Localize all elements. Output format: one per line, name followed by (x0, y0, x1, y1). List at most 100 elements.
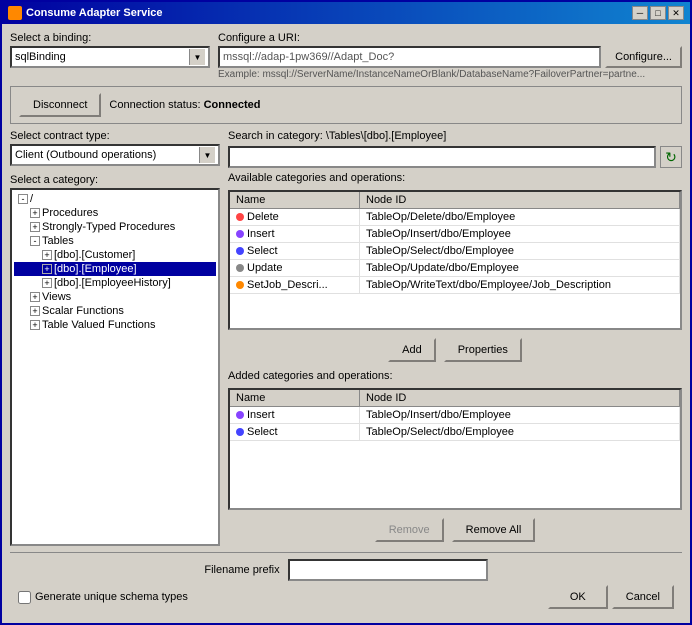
filename-row: Filename prefix (18, 559, 674, 581)
contract-select[interactable]: Client (Outbound operations) ▼ (10, 144, 220, 166)
filename-label: Filename prefix (204, 564, 279, 576)
table-row[interactable]: Select TableOp/Select/dbo/Employee (230, 243, 680, 260)
available-op-setjob-name: SetJob_Descri... (230, 277, 360, 293)
uri-group: Configure a URI: Configure... Example: m… (218, 32, 682, 80)
expand-table-valued-icon[interactable]: + (30, 320, 40, 330)
available-op-delete-nodeid: TableOp/Delete/dbo/Employee (360, 209, 680, 225)
table-row[interactable]: Delete TableOp/Delete/dbo/Employee (230, 209, 680, 226)
tree-item-strongly-typed[interactable]: + Strongly-Typed Procedures (14, 220, 216, 234)
add-button[interactable]: Add (388, 338, 436, 362)
left-panel: Select contract type: Client (Outbound o… (10, 130, 220, 546)
expand-scalar-icon[interactable]: + (30, 306, 40, 316)
title-bar-text: Consume Adapter Service (8, 6, 163, 20)
binding-label: Select a binding: (10, 32, 210, 44)
tree-employee-history-label: [dbo].[EmployeeHistory] (54, 277, 171, 289)
disconnect-button[interactable]: Disconnect (19, 93, 101, 117)
connection-section: Disconnect Connection status: Connected (10, 86, 682, 124)
added-ops-header: Name Node ID (230, 390, 680, 407)
search-input[interactable] (228, 146, 656, 168)
expand-employee-history-icon[interactable]: + (42, 278, 52, 288)
added-insert-dot (236, 411, 244, 419)
uri-input-row: Configure... (218, 46, 682, 68)
remove-all-button[interactable]: Remove All (452, 518, 536, 542)
uri-input[interactable] (218, 46, 601, 68)
connection-status-label: Connection status: Connected (109, 99, 260, 111)
available-ops-col-name: Name (230, 192, 360, 208)
available-ops-table[interactable]: Name Node ID Delete TableOp/Delete/dbo/E… (228, 190, 682, 330)
available-op-update-name: Update (230, 260, 360, 276)
binding-group: Select a binding: sqlBinding ▼ (10, 32, 210, 68)
table-row[interactable]: SetJob_Descri... TableOp/WriteText/dbo/E… (230, 277, 680, 294)
ok-cancel-row: OK Cancel (548, 585, 674, 609)
tree-scalar-label: Scalar Functions (42, 305, 124, 317)
available-op-delete-name: Delete (230, 209, 360, 225)
unique-schema-checkbox[interactable] (18, 591, 31, 604)
tree-item-employee[interactable]: + [dbo].[Employee] (14, 262, 216, 276)
tree-item-procedures[interactable]: + Procedures (14, 206, 216, 220)
remove-button[interactable]: Remove (375, 518, 444, 542)
delete-dot (236, 213, 244, 221)
added-ops-col-nodeid: Node ID (360, 390, 680, 406)
bottom-actions: Generate unique schema types OK Cancel (18, 585, 674, 609)
tree-item-table-valued[interactable]: + Table Valued Functions (14, 318, 216, 332)
contract-value: Client (Outbound operations) (15, 149, 156, 161)
filename-input[interactable] (288, 559, 488, 581)
expand-employee-icon[interactable]: + (42, 264, 52, 274)
tree-item-customer[interactable]: + [dbo].[Customer] (14, 248, 216, 262)
available-op-update-nodeid: TableOp/Update/dbo/Employee (360, 260, 680, 276)
uri-example: Example: mssql://ServerName/InstanceName… (218, 69, 668, 80)
added-ops-table[interactable]: Name Node ID Insert TableOp/Insert/dbo/E… (228, 388, 682, 510)
expand-views-icon[interactable]: + (30, 292, 40, 302)
category-tree[interactable]: - / + Procedures + Strongly-Typed Proced… (10, 188, 220, 546)
refresh-button[interactable]: ↻ (660, 146, 682, 168)
binding-uri-row: Select a binding: sqlBinding ▼ Configure… (10, 32, 682, 80)
expand-strongly-typed-icon[interactable]: + (30, 222, 40, 232)
restore-button[interactable]: □ (650, 6, 666, 20)
tree-table-valued-label: Table Valued Functions (42, 319, 156, 331)
available-op-select-name: Select (230, 243, 360, 259)
binding-select[interactable]: sqlBinding ▼ (10, 46, 210, 68)
table-row[interactable]: Insert TableOp/Insert/dbo/Employee (230, 226, 680, 243)
table-row[interactable]: Select TableOp/Select/dbo/Employee (230, 424, 680, 441)
available-op-insert-nodeid: TableOp/Insert/dbo/Employee (360, 226, 680, 242)
tree-item-views[interactable]: + Views (14, 290, 216, 304)
minimize-button[interactable]: ─ (632, 6, 648, 20)
select-dot (236, 247, 244, 255)
table-row[interactable]: Insert TableOp/Insert/dbo/Employee (230, 407, 680, 424)
properties-button[interactable]: Properties (444, 338, 522, 362)
dialog-content: Select a binding: sqlBinding ▼ Configure… (2, 24, 690, 623)
tree-root-label: / (30, 193, 33, 205)
added-op-insert-name: Insert (230, 407, 360, 423)
expand-procedures-icon[interactable]: + (30, 208, 40, 218)
checkbox-row: Generate unique schema types (18, 591, 188, 604)
right-panel: Search in category: \Tables\[dbo].[Emplo… (228, 130, 682, 546)
added-select-dot (236, 428, 244, 436)
tree-item-scalar-functions[interactable]: + Scalar Functions (14, 304, 216, 318)
close-button[interactable]: ✕ (668, 6, 684, 20)
added-op-insert-nodeid: TableOp/Insert/dbo/Employee (360, 407, 680, 423)
expand-root-icon[interactable]: - (18, 194, 28, 204)
table-row[interactable]: Update TableOp/Update/dbo/Employee (230, 260, 680, 277)
ok-button[interactable]: OK (548, 585, 608, 609)
available-ops-label: Available categories and operations: (228, 172, 682, 184)
checkbox-label: Generate unique schema types (35, 591, 188, 603)
available-ops-col-nodeid: Node ID (360, 192, 680, 208)
tree-views-label: Views (42, 291, 71, 303)
configure-button[interactable]: Configure... (605, 46, 682, 68)
binding-dropdown-arrow[interactable]: ▼ (189, 49, 205, 65)
expand-customer-icon[interactable]: + (42, 250, 52, 260)
main-window: Consume Adapter Service ─ □ ✕ Select a b… (0, 0, 692, 625)
tree-item-tables[interactable]: - Tables (14, 234, 216, 248)
contract-dropdown-arrow[interactable]: ▼ (199, 147, 215, 163)
expand-tables-icon[interactable]: - (30, 236, 40, 246)
binding-value: sqlBinding (15, 51, 66, 63)
footer-bar: Filename prefix Generate unique schema t… (10, 552, 682, 615)
tree-item-root[interactable]: - / (14, 192, 216, 206)
main-area: Select contract type: Client (Outbound o… (10, 130, 682, 546)
cancel-button[interactable]: Cancel (612, 585, 674, 609)
available-ops-header: Name Node ID (230, 192, 680, 209)
tree-tables-label: Tables (42, 235, 74, 247)
setjob-dot (236, 281, 244, 289)
added-ops-col-name: Name (230, 390, 360, 406)
tree-item-employee-history[interactable]: + [dbo].[EmployeeHistory] (14, 276, 216, 290)
